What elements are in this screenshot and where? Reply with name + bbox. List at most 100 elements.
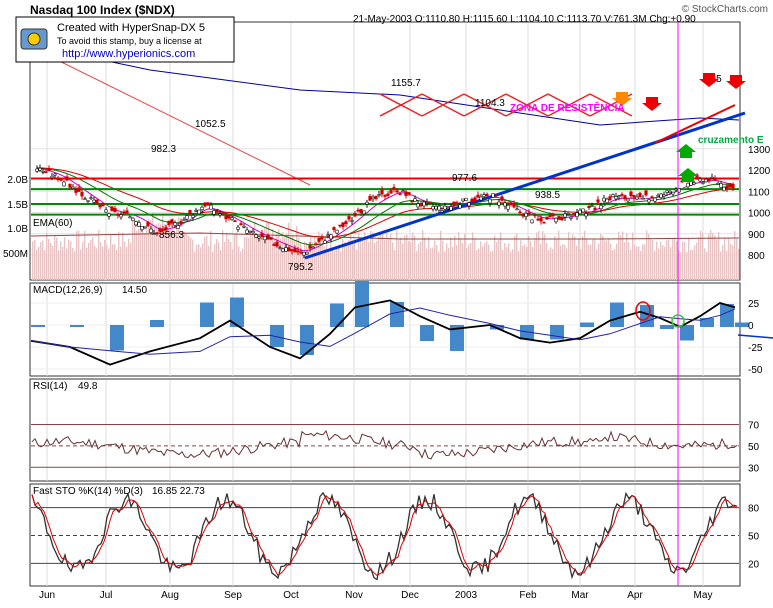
volume-bar	[62, 246, 64, 280]
price-bar-body	[320, 237, 324, 240]
volume-bar	[216, 239, 218, 280]
price-bar-body	[233, 220, 237, 222]
price-bar-body	[638, 192, 642, 198]
price-bar-body	[272, 244, 276, 246]
volume-bar	[564, 244, 566, 280]
volume-bar	[172, 217, 174, 280]
price-axis-tick: 1000	[748, 209, 771, 220]
macd-axis-tick: 25	[748, 299, 760, 310]
volume-bar	[184, 231, 186, 280]
price-axis-tick: 900	[748, 230, 765, 241]
price-bar-body	[578, 209, 582, 214]
volume-bar	[332, 250, 334, 280]
volume-bar	[80, 249, 82, 280]
volume-axis-tick: 1.0B	[7, 224, 28, 235]
price-bar-body	[389, 190, 393, 194]
x-axis-label: Jun	[39, 590, 55, 601]
price-bar-body	[281, 248, 285, 252]
price-bar-body	[596, 199, 600, 203]
volume-bar	[660, 241, 662, 280]
price-bar-body	[641, 197, 645, 200]
price-bar-body	[278, 247, 282, 249]
price-bar-body	[365, 201, 369, 205]
price-bar-body	[44, 171, 48, 174]
volume-bar	[116, 250, 118, 280]
price-bar-body	[593, 207, 597, 211]
volume-bar	[480, 241, 482, 280]
volume-bar	[454, 235, 456, 280]
volume-bar	[424, 237, 426, 280]
volume-bar	[444, 251, 446, 280]
price-bar-body	[719, 183, 723, 188]
price-bar-body	[479, 196, 483, 201]
volume-bar	[584, 230, 586, 280]
volume-bar	[202, 243, 204, 280]
volume-bar	[368, 241, 370, 280]
price-peak-label: 1104.3	[475, 98, 505, 109]
volume-bar	[390, 233, 392, 280]
price-bar-body	[176, 225, 180, 229]
volume-bar	[596, 249, 598, 280]
price-bar-body	[119, 214, 123, 218]
volume-bar	[36, 249, 38, 280]
volume-bar	[278, 229, 280, 280]
volume-bar	[162, 215, 164, 280]
volume-bar	[316, 244, 318, 280]
price-bar-body	[101, 202, 105, 207]
volume-bar	[710, 230, 712, 280]
volume-bar	[354, 242, 356, 280]
price-bar-body	[371, 196, 375, 200]
volume-bar	[668, 239, 670, 280]
volume-bar	[620, 235, 622, 280]
volume-bar	[728, 238, 730, 280]
price-bar-body	[452, 201, 456, 206]
volume-bar	[430, 248, 432, 280]
stamp-line1: Created with HyperSnap-DX 5	[57, 22, 205, 34]
macd-panel-frame	[29, 282, 741, 377]
volume-bar	[574, 236, 576, 280]
price-bar-body	[224, 215, 228, 220]
x-axis-label: Nov	[345, 590, 363, 601]
volume-bar	[152, 212, 154, 280]
volume-bar	[58, 250, 60, 280]
volume-bar	[84, 230, 86, 280]
volume-bar	[572, 234, 574, 280]
price-bar-body	[431, 206, 435, 210]
volume-bar	[144, 232, 146, 280]
price-bar-body	[95, 199, 99, 204]
price-bar-body	[113, 208, 117, 213]
volume-bar	[382, 231, 384, 280]
volume-bar	[292, 236, 294, 280]
macd-value: 14.50	[122, 285, 147, 296]
x-axis-label: Dec	[401, 590, 419, 601]
macd-histogram-bar	[70, 325, 84, 327]
price-bar-body	[533, 214, 537, 217]
volume-bar	[98, 230, 100, 280]
volume-bar	[40, 242, 42, 280]
price-bar-body	[257, 236, 261, 239]
volume-bar	[520, 240, 522, 280]
volume-bar	[408, 240, 410, 280]
volume-bar	[528, 235, 530, 280]
price-bar-body	[56, 177, 60, 181]
price-axis-tick: 1300	[748, 145, 771, 156]
volume-bar	[286, 233, 288, 280]
price-bar-body	[461, 198, 465, 202]
rsi-value: 49.8	[78, 381, 98, 392]
price-bar-body	[227, 214, 231, 219]
volume-bar	[602, 235, 604, 280]
volume-bar	[204, 236, 206, 280]
volume-bar	[192, 239, 194, 280]
x-axis-label: Feb	[519, 590, 537, 601]
volume-bar	[220, 250, 222, 280]
volume-bar	[604, 240, 606, 280]
price-bar-body	[545, 216, 549, 220]
volume-bar	[372, 232, 374, 280]
volume-bar	[350, 232, 352, 280]
volume-bar	[126, 246, 128, 280]
volume-bar	[142, 232, 144, 280]
price-bar-body	[410, 200, 414, 203]
volume-bar	[624, 242, 626, 280]
volume-bar	[720, 251, 722, 280]
volume-bar	[538, 231, 540, 280]
